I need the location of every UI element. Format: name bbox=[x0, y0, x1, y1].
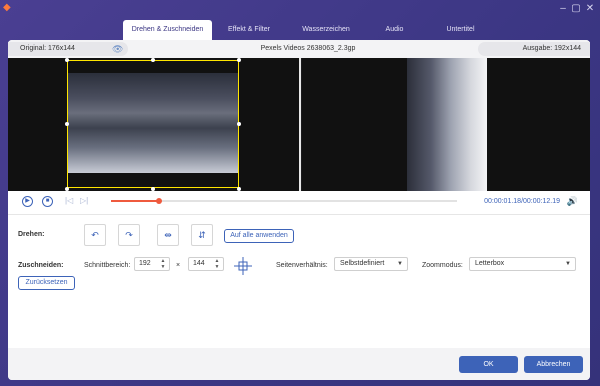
next-frame-icon[interactable]: ▷| bbox=[80, 196, 88, 206]
stop-icon[interactable]: ■ bbox=[42, 196, 53, 207]
crop-height-value: 144 bbox=[193, 260, 205, 267]
crop-handle[interactable] bbox=[151, 58, 155, 62]
zoom-label: Zoommodus: bbox=[422, 262, 463, 269]
flip-vertical-button[interactable]: ⇵ bbox=[191, 224, 213, 246]
rotate-label: Drehen: bbox=[18, 231, 45, 238]
playback-controls: ▶ ■ |◁ ▷| 00:00:01.18/00:00:12.19 🔊 bbox=[8, 193, 590, 209]
tab-effect-filter[interactable]: Effekt & Filter bbox=[212, 20, 286, 40]
aspect-label: Seitenverhältnis: bbox=[276, 262, 328, 269]
aspect-value: Selbstdefiniert bbox=[340, 260, 385, 267]
crop-handle[interactable] bbox=[65, 122, 69, 126]
crop-handle[interactable] bbox=[237, 58, 241, 62]
play-icon[interactable]: ▶ bbox=[22, 196, 33, 207]
crop-handle[interactable] bbox=[237, 187, 241, 191]
rotate-left-button[interactable]: ↶ bbox=[84, 224, 106, 246]
rotate-right-button[interactable]: ↷ bbox=[118, 224, 140, 246]
tab-bar: Drehen & Zuschneiden Effekt & Filter Was… bbox=[123, 20, 498, 40]
original-resolution: Original: 176x144 bbox=[8, 42, 128, 56]
maximize-icon[interactable]: ▢ bbox=[571, 4, 581, 14]
aspect-select[interactable]: Selbstdefiniert ▼ bbox=[334, 257, 408, 271]
flip-horizontal-button[interactable]: ⇹ bbox=[157, 224, 179, 246]
preview-area bbox=[8, 58, 590, 191]
previous-frame-icon[interactable]: |◁ bbox=[65, 196, 73, 206]
progress-fill bbox=[111, 200, 160, 202]
output-video-frame bbox=[407, 58, 487, 191]
cancel-button[interactable]: Abbrechen bbox=[524, 356, 583, 373]
crop-width-stepper[interactable]: 192 ▲ ▼ bbox=[134, 257, 170, 271]
file-name: Pexels Videos 2638063_2.3gp bbox=[260, 45, 356, 52]
zoom-select[interactable]: Letterbox ▼ bbox=[469, 257, 576, 271]
eye-icon[interactable]: 👁 bbox=[112, 43, 124, 55]
volume-icon[interactable]: 🔊 bbox=[567, 196, 578, 206]
crop-label: Zuschneiden: bbox=[18, 262, 64, 269]
tab-watermark[interactable]: Wasserzeichen bbox=[286, 20, 366, 40]
stepper-arrows-icon[interactable]: ▲ ▼ bbox=[213, 258, 221, 270]
preview-divider bbox=[299, 58, 301, 191]
progress-knob[interactable] bbox=[156, 198, 163, 204]
stepper-arrows-icon[interactable]: ▲ ▼ bbox=[159, 258, 167, 270]
crop-handle[interactable] bbox=[65, 187, 69, 191]
tab-rotate-crop[interactable]: Drehen & Zuschneiden bbox=[123, 20, 212, 40]
crop-width-value: 192 bbox=[139, 260, 151, 267]
minimize-icon[interactable]: – bbox=[558, 4, 568, 14]
times-sign: × bbox=[176, 262, 181, 269]
crop-handle[interactable] bbox=[151, 187, 155, 191]
chevron-down-icon: ▼ bbox=[565, 261, 571, 267]
section-divider bbox=[8, 214, 590, 215]
editor-panel: Original: 176x144 👁 Pexels Videos 263806… bbox=[8, 40, 590, 380]
app-logo-icon: ◆ bbox=[3, 2, 11, 13]
crop-height-stepper[interactable]: 144 ▲ ▼ bbox=[188, 257, 224, 271]
zoom-value: Letterbox bbox=[475, 260, 505, 267]
apply-all-button[interactable]: Auf alle anwenden bbox=[224, 229, 294, 243]
center-crop-icon[interactable] bbox=[234, 257, 252, 275]
ok-button[interactable]: OK bbox=[459, 356, 518, 373]
output-resolution: Ausgabe: 192x144 bbox=[478, 42, 590, 56]
crop-area-label: Schnittbereich: bbox=[84, 262, 131, 269]
info-bar: Original: 176x144 👁 Pexels Videos 263806… bbox=[8, 40, 590, 58]
progress-track[interactable] bbox=[111, 200, 457, 202]
chevron-down-icon: ▼ bbox=[397, 261, 403, 267]
time-display: 00:00:01.18/00:00:12.19 bbox=[484, 198, 560, 205]
crop-frame[interactable] bbox=[67, 60, 239, 188]
tab-subtitle[interactable]: Untertitel bbox=[423, 20, 498, 40]
reset-button[interactable]: Zurücksetzen bbox=[18, 276, 75, 290]
tab-audio[interactable]: Audio bbox=[366, 20, 423, 40]
close-icon[interactable]: ✕ bbox=[585, 4, 595, 14]
crop-handle[interactable] bbox=[65, 58, 69, 62]
crop-handle[interactable] bbox=[237, 122, 241, 126]
